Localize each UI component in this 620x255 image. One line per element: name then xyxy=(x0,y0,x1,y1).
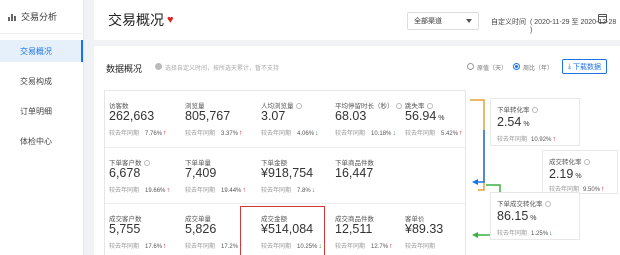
radio-period[interactable] xyxy=(513,63,520,70)
metric-value: ¥918,754 xyxy=(261,166,314,180)
title-bar: 交易概况 ♥ 全部渠道 自定义时间 ( 2020-11-29 至 2020-12… xyxy=(94,0,620,40)
funnel-deal-conversion: 成交转化率 2.19% 较去年同期 9.50%↑ xyxy=(542,150,618,194)
metric-value: 7,409 xyxy=(185,166,217,180)
metric-compare: 较去年同期 4.06%↓ xyxy=(261,130,319,137)
download-button[interactable]: ⤓ 下载数据 xyxy=(562,59,607,74)
highlight-box xyxy=(240,206,325,255)
metric-value: 12,511 xyxy=(335,222,373,236)
date-range-label[interactable]: 自定义时间 xyxy=(491,17,526,27)
help-icon xyxy=(295,103,302,109)
metric-compare: 较去年同期 xyxy=(405,244,436,250)
metric-compare: 较去年同期 19.44%↑ xyxy=(185,187,246,194)
metric-value: 16,447 xyxy=(335,166,374,180)
funnel-compare: 较去年同期 10.92%↑ xyxy=(497,136,556,143)
radio-period-label: 周比（年） xyxy=(523,66,554,72)
metric-value: 5,755 xyxy=(109,222,141,236)
funnel-label: 成交转化率 xyxy=(549,156,590,166)
data-overview-panel: 数据概况 选择自定义时间，按所选天累计，暂不支持 原值（天） 周比（年） ⤓ 下… xyxy=(94,46,620,255)
help-icon xyxy=(143,160,150,166)
funnel-value: 2.54% xyxy=(497,115,530,129)
sidebar-item-trade-composition[interactable]: 交易构成 xyxy=(0,70,83,92)
download-icon: ⤓ xyxy=(567,62,572,70)
metric-compare: 较去年同期 7.76%↑ xyxy=(109,130,167,137)
radio-day[interactable] xyxy=(467,63,474,70)
metric-value: 6,678 xyxy=(109,166,141,180)
metric-compare: 较去年同期 17.6%↑ xyxy=(109,243,167,250)
funnel-order-deal-conversion: 下单成交转化率 86.15% 较去年同期 1.25%↓ xyxy=(490,192,580,240)
panel-title: 数据概况 xyxy=(106,64,143,74)
chevron-down-icon xyxy=(466,19,472,23)
sidebar: 交易分析 交易概况 交易构成 订单明细 体检中心 xyxy=(0,0,84,255)
metric-compare: 较去年同期 5.42%↑ xyxy=(405,130,463,137)
channel-select[interactable]: 全部渠道 xyxy=(407,12,479,30)
favorite-heart-icon[interactable]: ♥ xyxy=(167,14,174,26)
sidebar-item-label: 交易概况 xyxy=(20,46,52,56)
metric-value: 3.07 xyxy=(261,109,286,123)
funnel-order-conversion: 下单转化率 2.54% 较去年同期 10.92%↑ xyxy=(490,98,580,146)
funnel-compare: 较去年同期 1.25%↓ xyxy=(497,230,553,237)
bar-chart-icon xyxy=(8,13,17,21)
info-icon xyxy=(155,63,162,70)
metrics-row-orders: 下单客户数 6,678 较去年同期 19.66%↑ 下单单量 7,409 较去年同… xyxy=(105,147,465,203)
radio-day-label: 原值（天） xyxy=(477,66,508,72)
metric-compare: 较去年同期 19.66%↑ xyxy=(109,187,170,194)
metric-compare: 较去年同期 17.2%↑ xyxy=(185,243,243,250)
sidebar-item-trade-overview[interactable]: 交易概况 xyxy=(0,40,83,62)
sidebar-item-health-center[interactable]: 体检中心 xyxy=(0,130,83,152)
metric-compare: 较去年同期 10.18%↓ xyxy=(335,130,396,137)
calendar-icon[interactable] xyxy=(598,14,607,23)
sidebar-item-label: 体检中心 xyxy=(20,136,52,146)
sidebar-header[interactable]: 交易分析 xyxy=(0,0,83,34)
metric-value: 262,663 xyxy=(109,109,155,123)
funnel-value: 86.15% xyxy=(497,209,537,223)
sidebar-item-label: 交易构成 xyxy=(20,76,52,86)
page-title: 交易概况 xyxy=(108,12,164,28)
help-icon xyxy=(544,201,551,207)
metric-value: 5,826 xyxy=(185,222,217,236)
help-icon xyxy=(395,103,402,109)
funnel-value: 2.19% xyxy=(549,167,582,181)
help-icon xyxy=(583,159,590,165)
sidebar-title: 交易分析 xyxy=(21,12,58,22)
funnel-arrow-blue xyxy=(474,130,485,183)
metric-value: 805,767 xyxy=(185,109,231,123)
metrics-row-traffic: 访客数 262,663 较去年同期 7.76%↑ 浏览量 805,767 较去年同… xyxy=(105,91,465,147)
metric-compare: 较去年同期 7.8%↓ xyxy=(261,187,316,194)
funnel-label: 下单转化率 xyxy=(497,104,538,114)
metric-value: 68.03 xyxy=(335,109,367,123)
metric-value: 56.94% xyxy=(405,109,445,123)
panel-hint: 选择自定义时间，按所选天累计，暂不支持 xyxy=(165,66,280,72)
metric-compare: 较去年同期 3.37%↑ xyxy=(185,130,243,137)
channel-select-value: 全部渠道 xyxy=(414,18,442,25)
help-icon xyxy=(531,107,538,113)
sidebar-item-label: 订单明细 xyxy=(20,106,52,116)
sidebar-item-order-detail[interactable]: 订单明细 xyxy=(0,100,83,122)
funnel-label: 下单成交转化率 xyxy=(497,198,551,208)
metric-value: ¥89.33 xyxy=(405,222,444,236)
metric-compare: 较去年同期 12.7%↑ xyxy=(335,243,393,250)
download-label: 下载数据 xyxy=(573,63,602,71)
